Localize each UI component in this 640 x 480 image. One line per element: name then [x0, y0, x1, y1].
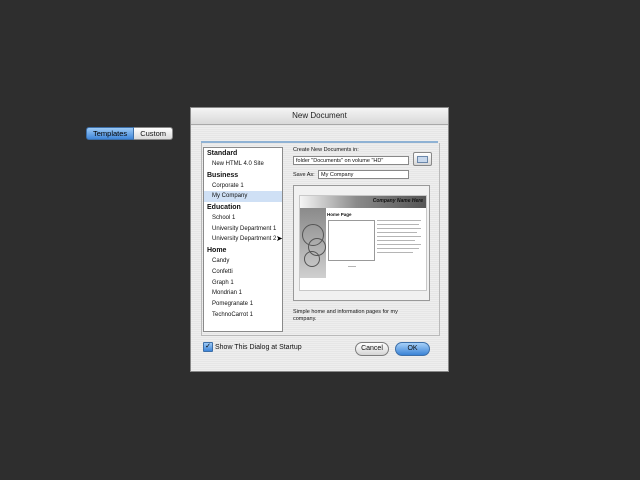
save-as-field[interactable]: My Company: [318, 170, 409, 179]
preview-text-line: [377, 252, 413, 253]
create-in-label: Create New Documents in:: [293, 147, 359, 153]
template-item-university-dept-2[interactable]: University Department 2: [204, 234, 282, 245]
show-at-startup-option[interactable]: ✓ Show This Dialog at Startup: [203, 342, 302, 352]
preview-text-line: [377, 228, 421, 229]
preview-text-line: [377, 244, 421, 245]
tab-bar: Templates Custom: [86, 127, 174, 140]
category-home: Home: [207, 247, 227, 255]
category-standard: Standard: [207, 150, 238, 157]
template-preview: Company Name Here Home Page: [299, 195, 427, 291]
preview-text-line: [377, 248, 419, 249]
preview-company-name: Company Name Here: [372, 198, 423, 204]
preview-content-box: [328, 220, 375, 261]
folder-icon: [417, 156, 428, 163]
template-item-new-html[interactable]: New HTML 4.0 Site: [204, 159, 282, 170]
template-item-mondrian-1[interactable]: Mondrian 1: [204, 288, 282, 299]
template-item-confetti[interactable]: Confetti: [204, 267, 282, 278]
new-document-dialog: New Document Standard New HTML 4.0 Site …: [191, 108, 448, 371]
tab-custom[interactable]: Custom: [134, 127, 174, 140]
preview-text-line: [377, 220, 421, 221]
preview-text-line: [377, 236, 421, 237]
preview-circle-decoration: [304, 251, 320, 267]
template-item-corporate-1[interactable]: Corporate 1: [204, 181, 282, 192]
tab-templates[interactable]: Templates: [86, 127, 135, 140]
template-item-school-1[interactable]: School 1: [204, 213, 282, 224]
template-item-technocarrot-1[interactable]: TechnoCarrot 1: [204, 310, 282, 321]
template-description: Simple home and information pages for my…: [293, 309, 398, 322]
category-business: Business: [207, 171, 239, 179]
template-preview-frame: Company Name Here Home Page: [293, 185, 430, 301]
template-item-university-dept-1[interactable]: University Department 1: [204, 224, 282, 235]
folder-location-field[interactable]: folder "Documents" on volume "HD": [293, 156, 409, 165]
choose-folder-button[interactable]: [413, 152, 432, 166]
preview-home-heading: Home Page: [327, 212, 352, 217]
preview-footer-line: [348, 266, 356, 267]
cancel-button[interactable]: Cancel: [355, 342, 389, 356]
mouse-pointer-icon: ➤: [276, 234, 283, 243]
preview-text-line: [377, 232, 417, 233]
template-item-pomegranate-1[interactable]: Pomegranate 1: [204, 299, 282, 310]
preview-text-line: [377, 224, 419, 225]
save-as-label: Save As:: [293, 172, 315, 178]
ok-button[interactable]: OK: [395, 342, 430, 356]
dialog-title: New Document: [191, 108, 448, 125]
template-item-candy[interactable]: Candy: [204, 256, 282, 267]
show-at-startup-checkbox[interactable]: ✓: [203, 342, 213, 352]
show-at-startup-label: Show This Dialog at Startup: [215, 343, 302, 351]
preview-text-line: [377, 240, 415, 241]
template-list[interactable]: Standard New HTML 4.0 Site Business Corp…: [203, 147, 283, 332]
template-item-my-company[interactable]: My Company: [204, 191, 282, 203]
category-education: Education: [207, 204, 241, 212]
template-details: Create New Documents in: folder "Documen…: [293, 147, 433, 330]
template-item-graph-1[interactable]: Graph 1: [204, 278, 282, 289]
